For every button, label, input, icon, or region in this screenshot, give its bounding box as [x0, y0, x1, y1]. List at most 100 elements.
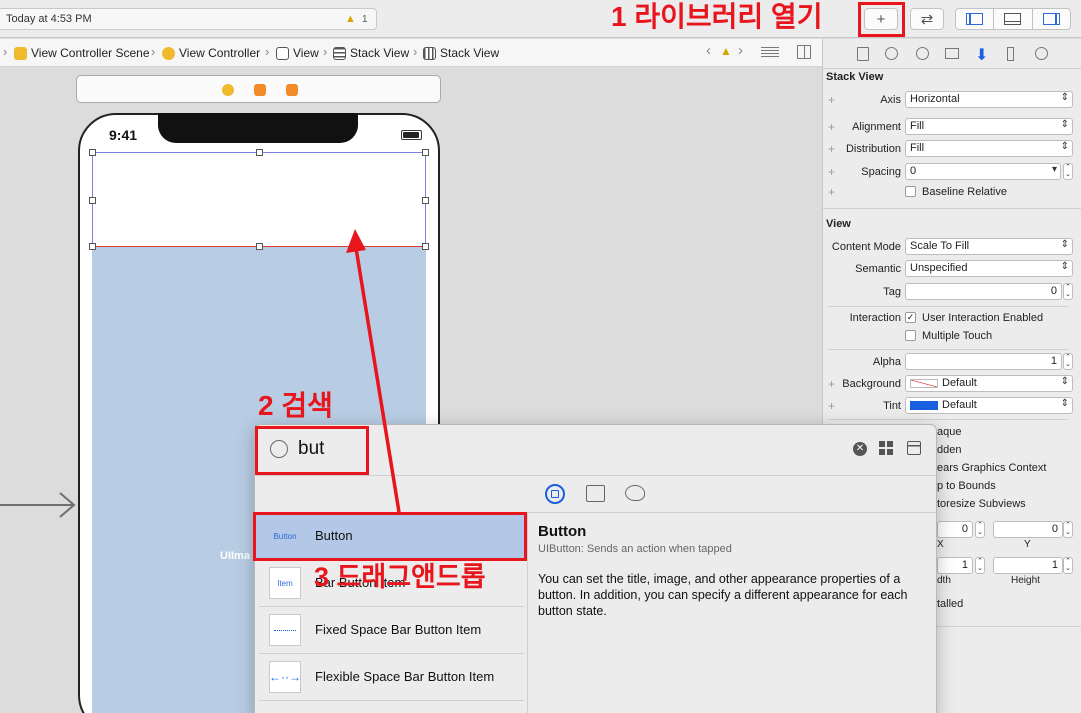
toggle-navigator-button[interactable]	[956, 9, 995, 29]
chevron-right-icon: ›	[265, 44, 270, 59]
document-outline-icon[interactable]	[761, 47, 779, 59]
stretch-height-stepper[interactable]: ⌃ ⌄	[1063, 557, 1073, 574]
distribution-label: Distribution	[845, 143, 901, 155]
history-inspector-icon[interactable]	[885, 47, 898, 60]
resize-handle[interactable]	[89, 243, 96, 250]
chevron-right-icon: ›	[151, 44, 156, 59]
grid-view-icon[interactable]	[879, 441, 893, 455]
breadcrumb-view[interactable]: View	[276, 46, 319, 60]
view-controller-icon[interactable]	[222, 84, 234, 96]
search-highlight-box	[255, 426, 369, 475]
tint-color-popup[interactable]: Default ⇕	[905, 397, 1073, 414]
user-interaction-label: User Interaction Enabled	[922, 312, 1044, 324]
stretch-y-stepper[interactable]: ⌃ ⌄	[1063, 521, 1073, 538]
tag-stepper[interactable]: ⌃ ⌄	[1063, 283, 1073, 300]
baseline-relative-checkbox[interactable]	[905, 186, 916, 197]
resize-handle[interactable]	[256, 243, 263, 250]
row-divider	[828, 306, 1068, 307]
breadcrumb-label: View Controller Scene	[31, 46, 150, 60]
library-item-flexible-space[interactable]: ←··→ Flexible Space Bar Button Item	[256, 654, 526, 700]
alpha-stepper[interactable]: ⌃ ⌄	[1063, 353, 1073, 370]
autoresize-label: toresize Subviews	[937, 498, 1026, 510]
chevron-updown-icon: ⇕	[1060, 141, 1069, 152]
status-text: Today at 4:53 PM	[6, 13, 92, 25]
activity-status-field: Today at 4:53 PM ▲ 1	[0, 8, 377, 30]
add-editor-icon[interactable]	[797, 45, 811, 59]
resize-handle[interactable]	[256, 149, 263, 156]
row-divider	[828, 349, 1068, 350]
issue-back-icon[interactable]: ‹	[706, 42, 711, 59]
distribution-popup[interactable]: Fill ⇕	[905, 140, 1073, 157]
image-view-label: UIIma	[220, 550, 250, 562]
battery-icon	[401, 130, 422, 140]
view-controller-icon	[162, 46, 175, 60]
spacing-combo[interactable]: 0 ▾	[905, 163, 1061, 180]
attributes-inspector-icon[interactable]: ⬇	[975, 45, 991, 64]
opaque-label: aque	[937, 426, 962, 438]
installed-label: talled	[937, 598, 964, 610]
help-inspector-icon[interactable]	[916, 47, 929, 60]
semantic-popup[interactable]: Unspecified ⇕	[905, 260, 1073, 277]
resize-handle[interactable]	[422, 243, 429, 250]
stretch-width-field[interactable]: 1	[937, 557, 973, 574]
library-button-highlight	[858, 2, 905, 37]
warning-icon[interactable]: ▲	[345, 13, 356, 25]
resize-handle[interactable]	[89, 197, 96, 204]
library-item-fixed-space[interactable]: Fixed Space Bar Button Item	[256, 607, 526, 653]
breadcrumb-stack-view-2[interactable]: Stack View	[423, 46, 499, 60]
code-review-button[interactable]: ⇄	[910, 8, 944, 30]
stretch-x-stepper[interactable]: ⌃ ⌄	[975, 521, 985, 538]
background-color-popup[interactable]: Default ⇕	[905, 375, 1073, 392]
vertical-stack-icon	[333, 46, 346, 60]
stretch-y-field[interactable]: 0	[993, 521, 1063, 538]
resize-handle[interactable]	[89, 149, 96, 156]
content-mode-popup[interactable]: Scale To Fill ⇕	[905, 238, 1073, 255]
annotation-step-2: 2 검색	[258, 390, 333, 421]
alignment-value: Fill	[910, 120, 925, 132]
stretch-width-stepper[interactable]: ⌃ ⌄	[975, 557, 985, 574]
clip-to-bounds-label: p to Bounds	[937, 480, 996, 492]
first-responder-icon[interactable]	[254, 84, 266, 96]
annotation-step-3: 3 드래그앤드롭	[314, 562, 486, 592]
show-details-icon[interactable]	[907, 441, 921, 455]
colors-category-icon[interactable]	[625, 485, 645, 501]
clears-graphics-label: ears Graphics Context	[937, 462, 1047, 474]
warning-icon[interactable]: ▲	[720, 44, 732, 58]
connections-inspector-icon[interactable]	[1035, 47, 1048, 60]
axis-value: Horizontal	[910, 93, 960, 105]
axis-popup[interactable]: Horizontal ⇕	[905, 91, 1073, 108]
resize-handle[interactable]	[422, 149, 429, 156]
breadcrumb-stack-view-1[interactable]: Stack View	[333, 46, 409, 60]
issue-forward-icon[interactable]: ›	[738, 42, 743, 59]
alpha-field[interactable]: 1	[905, 353, 1062, 370]
user-interaction-checkbox[interactable]: ✓	[905, 312, 916, 323]
identity-inspector-icon[interactable]	[945, 48, 959, 59]
breadcrumb-view-controller[interactable]: View Controller	[162, 46, 260, 60]
spacing-label: Spacing	[861, 166, 901, 178]
distribution-value: Fill	[910, 142, 925, 154]
file-inspector-icon[interactable]	[857, 47, 869, 61]
multiple-touch-checkbox[interactable]	[905, 330, 916, 341]
breadcrumb-scene[interactable]: View Controller Scene	[14, 46, 150, 60]
spacing-stepper[interactable]: ⌃ ⌄	[1063, 163, 1073, 180]
interaction-label: Interaction	[849, 312, 901, 324]
toggle-debug-area-button[interactable]	[994, 9, 1033, 29]
exit-icon[interactable]	[286, 84, 298, 96]
alignment-popup[interactable]: Fill ⇕	[905, 118, 1073, 135]
stretch-height-label: Height	[1011, 575, 1040, 586]
hidden-label: dden	[937, 444, 962, 456]
stretch-height-field[interactable]: 1	[993, 557, 1063, 574]
stack-view-selected[interactable]	[89, 149, 429, 250]
panel-toggle-group	[955, 8, 1071, 30]
add-variation-icon[interactable]: +	[828, 185, 835, 199]
detail-subtitle: UIButton: Sends an action when tapped	[538, 543, 732, 555]
size-inspector-icon[interactable]	[1007, 47, 1014, 61]
tag-label: Tag	[883, 286, 901, 298]
resize-handle[interactable]	[422, 197, 429, 204]
clear-search-icon[interactable]: ✕	[853, 442, 867, 456]
stretch-x-field[interactable]: 0	[937, 521, 973, 538]
media-category-icon[interactable]	[586, 485, 605, 502]
toggle-inspector-button[interactable]	[1033, 9, 1070, 29]
tag-field[interactable]: 0	[905, 283, 1062, 300]
tint-color-swatch	[910, 400, 938, 410]
